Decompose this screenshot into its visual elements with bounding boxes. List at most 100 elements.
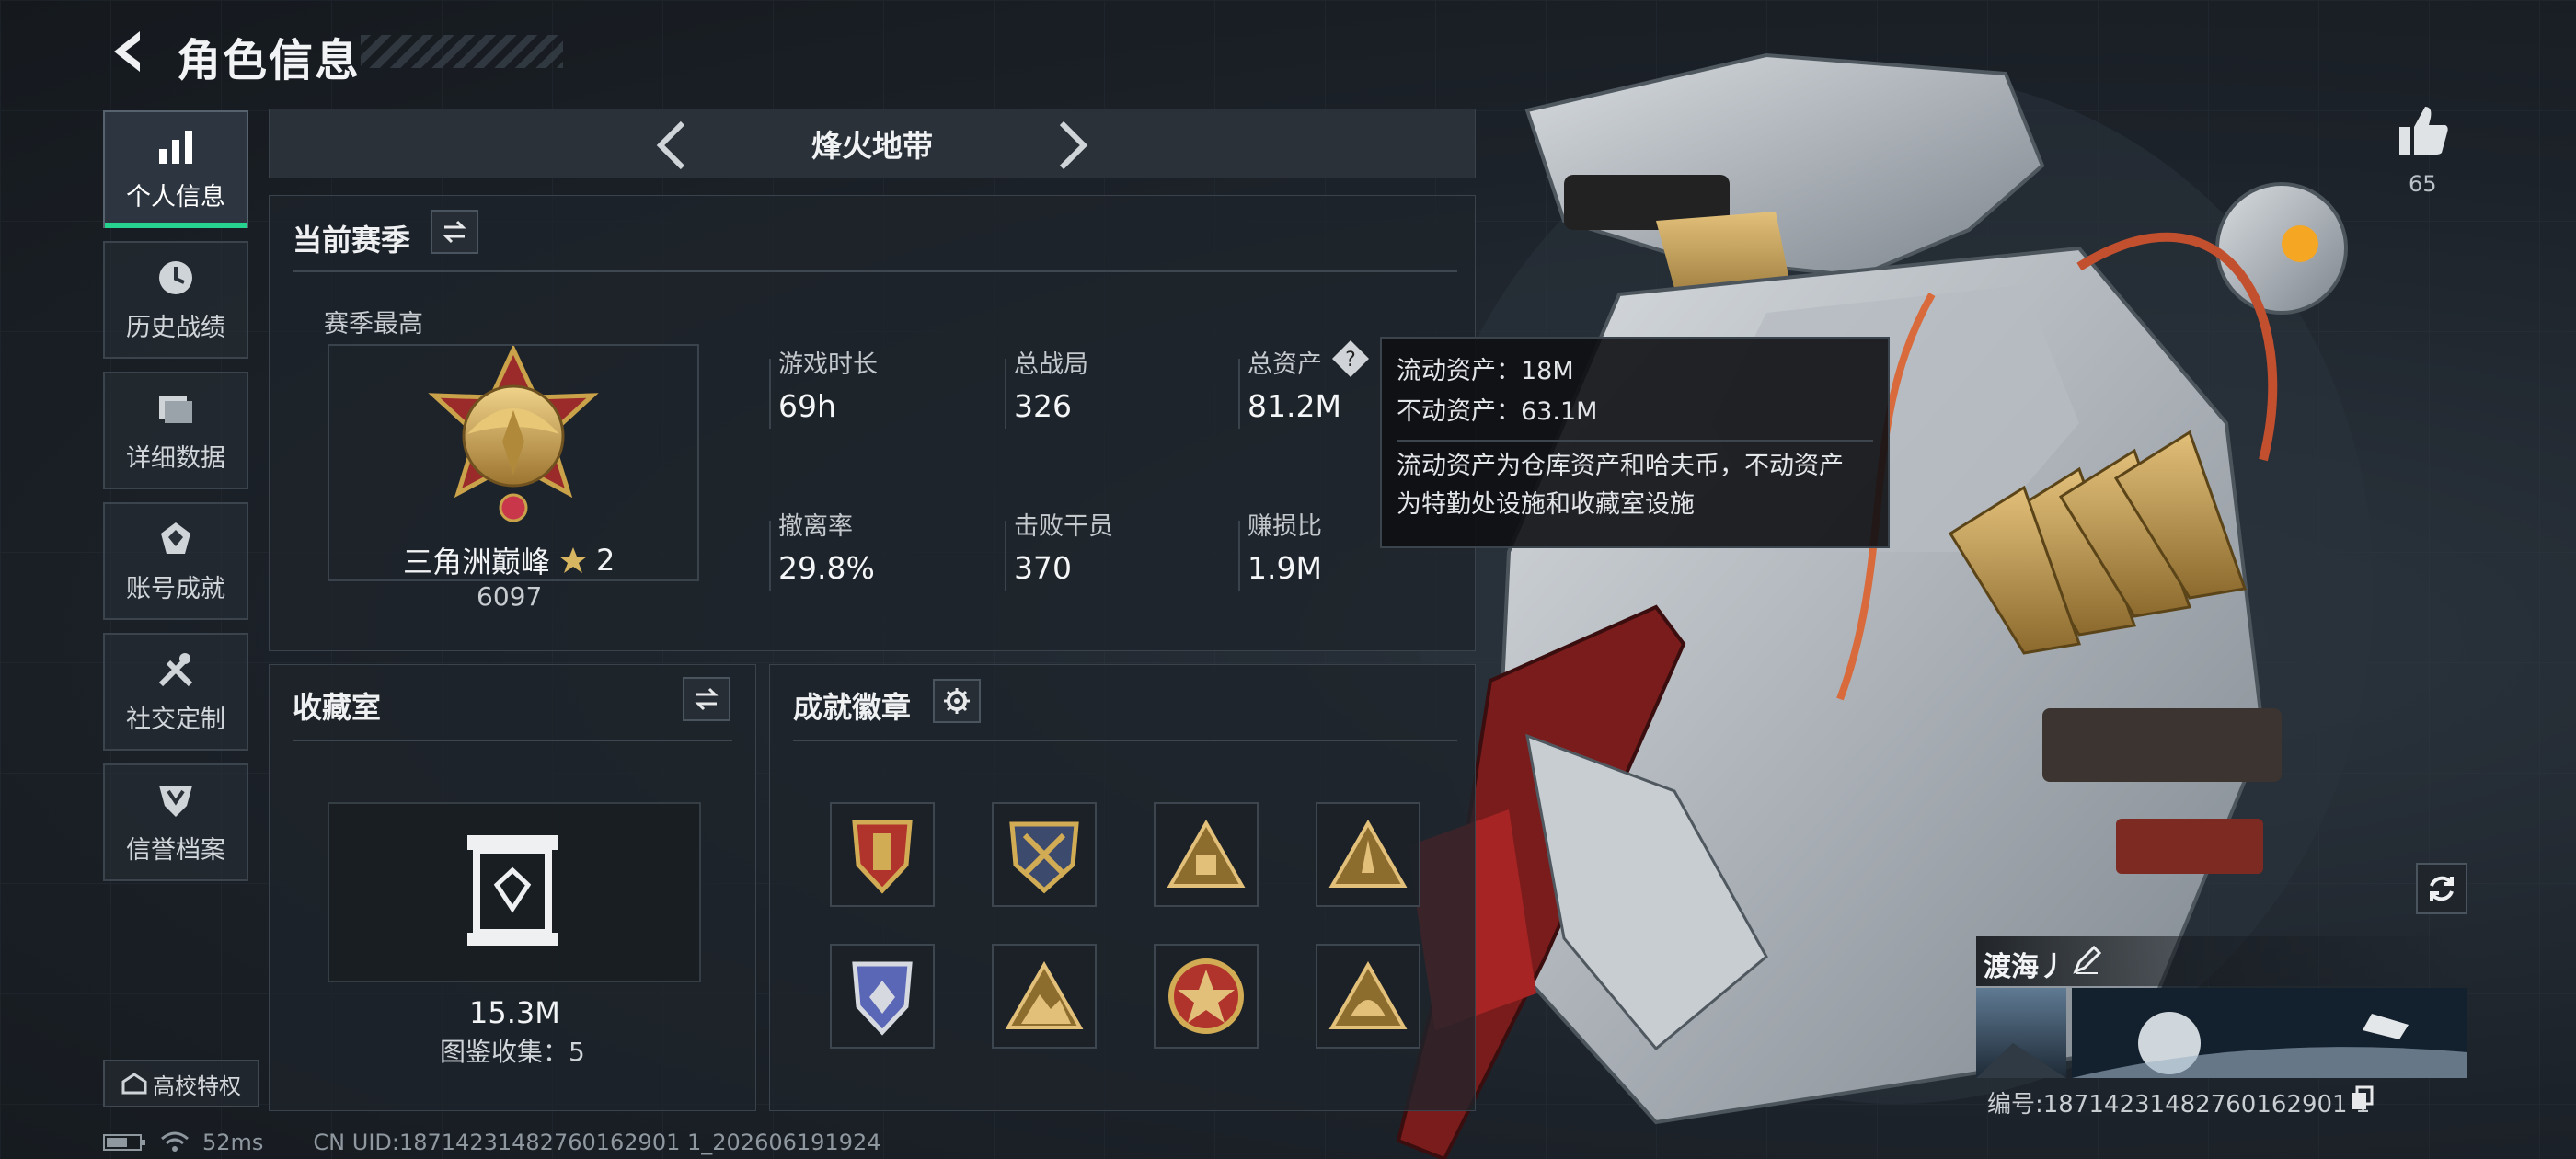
badge-slot[interactable] [992,802,1097,907]
stat-value-playtime: 69h [778,388,836,424]
divider [293,270,1457,272]
shield-badge-icon [852,820,913,894]
tooltip-description-2: 为特勤处设施和收藏室设施 [1397,490,1695,519]
achievements-settings-button[interactable] [933,679,981,723]
divider [1238,359,1240,429]
badge-slot[interactable] [1154,944,1259,1049]
nav-item-personal-info[interactable]: 个人信息 [103,110,248,228]
badge-slot[interactable] [830,802,935,907]
collection-switch-button[interactable] [683,677,730,721]
tooltip-fixed-assets: 不动资产：63.1M [1397,397,1598,426]
gear-icon [944,688,970,714]
stat-label-kills: 击败干员 [1014,512,1113,541]
nav-item-reputation[interactable]: 信誉档案 [103,763,248,881]
collection-catalog: 图鉴收集：5 [440,1037,585,1067]
title-decoration [361,35,563,68]
thumbs-up-icon[interactable] [2396,103,2451,158]
tools-icon [158,652,193,686]
refresh-icon [2430,876,2454,901]
stat-value-extraction-rate: 29.8% [778,550,875,586]
edit-icon[interactable] [2072,946,2101,975]
badge-slot[interactable] [1154,802,1259,907]
chevron-right-icon[interactable] [1054,120,1091,171]
season-best-label: 赛季最高 [324,310,423,339]
achievements-title: 成就徽章 [793,690,912,725]
nav-item-achievements[interactable]: 账号成就 [103,502,248,620]
divider [1005,521,1006,591]
wifi-icon [161,1131,189,1152]
ping-text: 52ms [202,1130,264,1155]
nav-item-social-custom[interactable]: 社交定制 [103,633,248,751]
rank-score: 6097 [477,581,543,612]
season-switch-button[interactable] [431,210,478,254]
back-button[interactable] [103,26,155,77]
help-icon[interactable]: ? [1330,339,1371,379]
stat-value-profit-ratio: 1.9M [1248,550,1322,586]
nav-label: 历史战绩 [126,313,225,342]
stat-label-playtime: 游戏时长 [778,350,878,379]
nav-item-detailed-data[interactable]: 详细数据 [103,372,248,489]
page-title: 角色信息 [177,35,362,86]
chevron-left-icon[interactable] [653,120,690,171]
rank-name: 三角洲巅峰 [403,545,551,580]
rank-name-row: 三角洲巅峰 2 [403,539,615,581]
rank-emblem-icon [428,346,599,522]
tooltip-liquid-assets: 流动资产：18M [1397,357,1574,385]
stat-value-assets: 81.2M [1248,388,1341,424]
copy-icon[interactable] [2350,1085,2375,1111]
stat-label-profit-ratio: 赚损比 [1248,512,1322,541]
divider [1005,359,1006,429]
divider [1238,521,1240,591]
clock-icon [159,260,192,294]
assets-tooltip: 流动资产：18M 不动资产：63.1M 流动资产为仓库资产和哈夫币，不动资产 为… [1380,337,1890,548]
stat-label-extraction-rate: 撤离率 [778,512,853,541]
nav-label: 账号成就 [126,574,225,603]
nav-label: 个人信息 [126,182,225,212]
nav-item-history[interactable]: 历史战绩 [103,241,248,359]
nav-label: 详细数据 [126,443,225,473]
player-id: 编号:18714231482760162901 1 [1987,1091,2371,1119]
triangle-badge-icon [1167,819,1246,888]
divider [769,359,771,429]
player-name: 渡海丿 [1984,951,2066,983]
star-icon [559,547,588,573]
campus-label: 高校特权 [153,1073,241,1099]
crossed-swords-badge-icon [1009,821,1079,894]
blue-shield-badge-icon [852,961,913,1036]
rank-stars: 2 [596,543,615,578]
helmet-badge-icon [1328,960,1408,1029]
svg-text:?: ? [1345,349,1356,372]
school-icon [121,1073,147,1095]
mode-title: 烽火地带 [811,128,933,164]
collection-cabinet-icon [467,835,558,946]
shield-icon [159,785,192,817]
refresh-button[interactable] [2416,863,2467,914]
swap-icon [695,687,719,711]
season-title: 当前赛季 [293,223,411,258]
stat-label-assets: 总资产 [1248,350,1322,379]
mode-selector: 烽火地带 [269,109,1476,178]
bar-chart-icon [159,130,192,164]
badge-slot[interactable] [1316,944,1420,1049]
divider [1397,440,1873,442]
uid-text: CN UID:18714231482760162901 1_2026061919… [313,1130,881,1155]
swap-icon [443,220,466,244]
badge-slot[interactable] [830,944,935,1049]
badge-slot[interactable] [1316,802,1420,907]
rocket-badge-icon [1328,819,1408,888]
campus-privilege-button[interactable]: 高校特权 [103,1060,259,1107]
divider [293,740,732,741]
badge-slot[interactable] [992,944,1097,1049]
folder-icon [159,395,192,423]
achievement-icon [161,522,190,554]
mountain-badge-icon [1005,960,1084,1029]
like-count: 65 [2409,171,2437,197]
divider [793,740,1457,741]
nav-label: 社交定制 [126,705,225,734]
status-bar: 52ms CN UID:18714231482760162901 1_20260… [103,1130,881,1155]
collection-value: 15.3M [469,995,560,1030]
stat-label-matches: 总战局 [1014,350,1088,379]
nav-label: 信誉档案 [126,835,225,865]
star-badge-icon [1168,958,1244,1034]
tooltip-description-1: 流动资产为仓库资产和哈夫币，不动资产 [1397,452,1844,480]
